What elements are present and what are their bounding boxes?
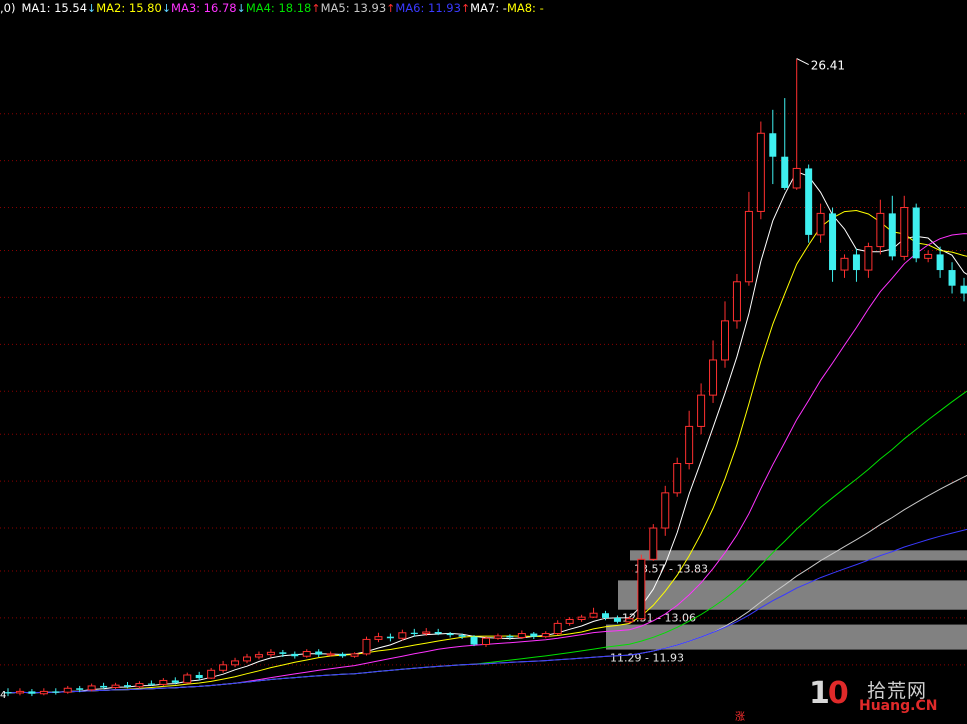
candle-body-up <box>864 246 873 271</box>
candle-body-down <box>948 270 956 286</box>
candle-body-up <box>266 651 275 656</box>
candle-body-down <box>602 613 609 618</box>
candle-body-up <box>565 618 574 624</box>
candle-body-up <box>135 683 144 688</box>
ma-line-5 <box>7 474 967 694</box>
high-pointer <box>796 58 809 66</box>
candle-body-up <box>637 558 646 620</box>
low-marker-label: 4 <box>0 690 7 701</box>
ma-line-2 <box>7 209 967 694</box>
candle-body-down <box>506 635 514 638</box>
candle-body-up <box>792 167 801 189</box>
candle-body-up <box>697 394 706 427</box>
candle-body-up <box>721 320 729 361</box>
candle-body-down <box>912 207 920 259</box>
candle-body-up <box>159 679 168 685</box>
candle-body-down <box>410 632 418 634</box>
candle-body-up <box>876 212 885 248</box>
candle-body-down <box>781 156 789 188</box>
candle-body-down <box>936 254 944 271</box>
ma-line-1 <box>7 170 967 694</box>
candle-body-up <box>816 212 825 236</box>
candle-body-up <box>541 633 550 638</box>
candle-body-up <box>39 690 48 695</box>
candle-body-down <box>530 633 538 637</box>
candle-body-up <box>207 669 216 679</box>
candle-body-up <box>732 281 741 322</box>
candle-body-up <box>900 207 909 257</box>
candle-body-up <box>493 635 502 639</box>
candle-body-down <box>769 133 777 157</box>
price-band-label: 11.29 - 11.93 <box>610 652 684 665</box>
candle-body-up <box>398 632 407 639</box>
candle-body-up <box>374 636 383 640</box>
candle-body-down <box>888 213 896 257</box>
candle-body-up <box>219 664 228 671</box>
candle-body-up <box>350 653 359 657</box>
candle-body-down <box>147 683 155 685</box>
candle-body-down <box>315 651 323 655</box>
candle-body-down <box>76 688 84 690</box>
candle-body-down <box>28 691 36 694</box>
candle-body-up <box>15 690 24 694</box>
candle-body-down <box>470 636 478 645</box>
candle-body-up <box>924 253 933 259</box>
candle-body-down <box>805 168 813 235</box>
rise-marker: 涨 <box>735 712 745 723</box>
candle-body-up <box>589 612 598 618</box>
candle-body-up <box>243 656 251 662</box>
candle-body-down <box>279 652 287 654</box>
candle-body-down <box>100 685 108 688</box>
candlestick-chart: 13.57 - 13.8312.31 - 13.0611.29 - 11.932… <box>0 58 967 697</box>
candle-body-up <box>254 654 263 658</box>
candle-body-up <box>422 631 431 635</box>
candle-body-up <box>625 618 634 623</box>
candle-body-down <box>52 691 60 693</box>
candle-body-up <box>744 210 753 283</box>
candle-body-up <box>840 257 849 271</box>
candle-body-down <box>458 635 466 637</box>
candle-body-up <box>362 638 371 655</box>
candle-body-up <box>661 492 670 529</box>
candle-body-up <box>756 132 765 212</box>
candle-body-down <box>339 653 347 657</box>
candle-body-down <box>291 653 299 657</box>
candle-body-up <box>649 527 658 560</box>
candle-body-up <box>183 674 192 684</box>
candle-body-down <box>613 617 621 622</box>
candle-body-up <box>673 463 682 494</box>
ma-line-3 <box>7 233 967 694</box>
candle-body-up <box>577 616 586 620</box>
watermark-en: Huang.CN <box>859 698 938 714</box>
candle-body-up <box>326 653 335 656</box>
candle-body-down <box>446 633 454 636</box>
candle-body-down <box>195 674 203 679</box>
candle-body-up <box>517 633 526 638</box>
candle-body-up <box>482 637 490 645</box>
candle-body-up <box>553 622 562 635</box>
candle-body-up <box>111 684 120 688</box>
candle-body-up <box>302 651 311 657</box>
watermark-logo: 10 <box>809 676 849 711</box>
candle-body-up <box>685 425 694 465</box>
candle-body-down <box>171 680 179 683</box>
candle-body-up <box>231 660 240 666</box>
price-band <box>606 624 967 650</box>
site-watermark: 10 拾荒网 Huang.CN <box>809 676 959 716</box>
candle-body-down <box>124 685 131 687</box>
candle-body-up <box>709 359 718 396</box>
candle-body-down <box>434 631 442 634</box>
price-band <box>630 550 967 561</box>
candle-body-down <box>960 285 967 294</box>
candle-body-down <box>829 213 837 271</box>
high-price-label: 26.41 <box>811 59 845 73</box>
candle-body-up <box>63 687 72 693</box>
candle-body-down <box>852 254 860 271</box>
candle-body-up <box>87 685 96 691</box>
candle-body-down <box>386 636 394 639</box>
